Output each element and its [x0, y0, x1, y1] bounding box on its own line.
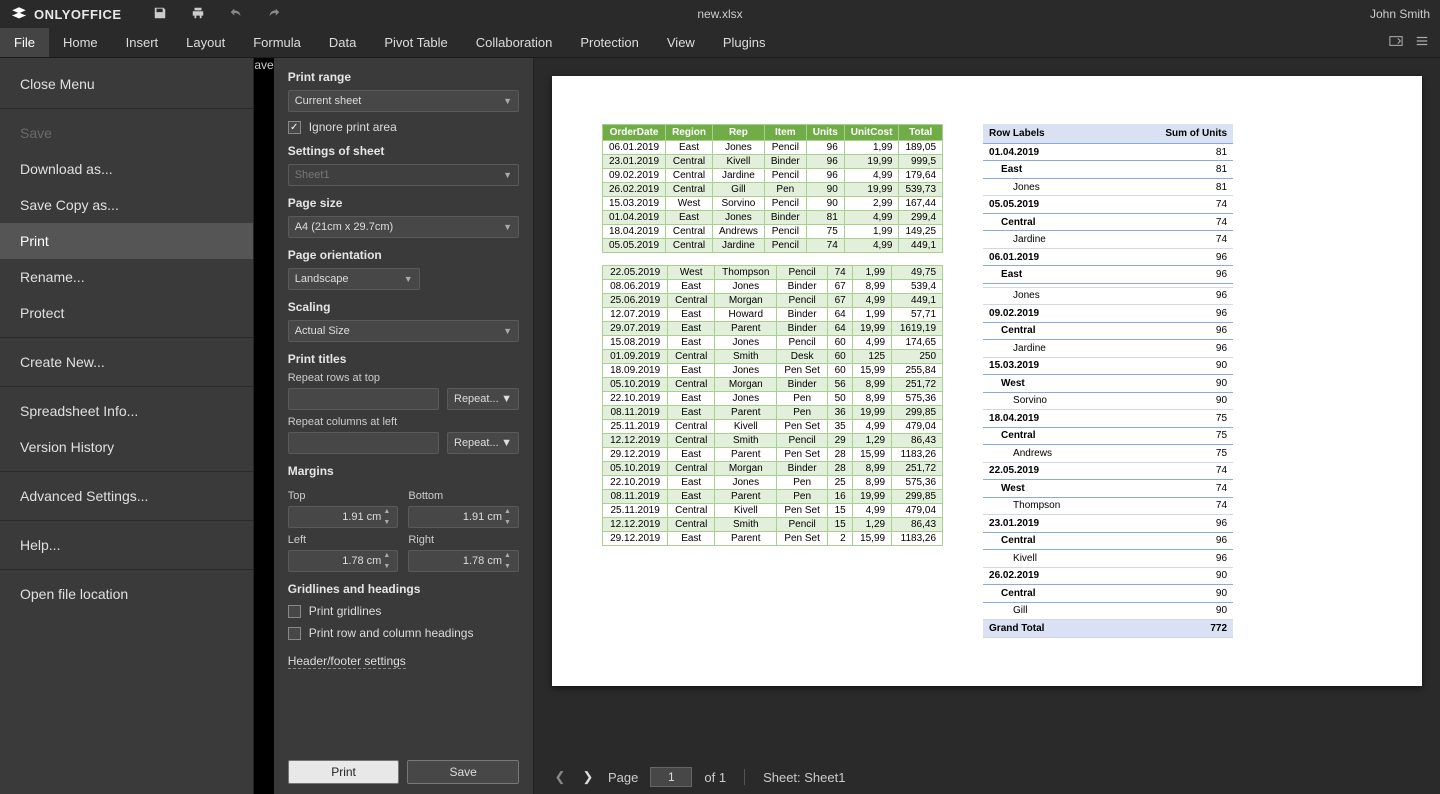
repeat-rows-button[interactable]: Repeat...▼ — [447, 388, 519, 410]
menu-tab-layout[interactable]: Layout — [172, 28, 239, 57]
print-range-select[interactable]: Current sheet▼ — [288, 90, 519, 112]
menu-tab-plugins[interactable]: Plugins — [709, 28, 780, 57]
menu-tab-insert[interactable]: Insert — [112, 28, 173, 57]
file-menu-print[interactable]: Print — [0, 223, 253, 259]
onlyoffice-icon — [10, 5, 28, 23]
menu-tab-data[interactable]: Data — [315, 28, 370, 57]
preview-pivot-table: Row LabelsSum of Units01.04.201981East81… — [983, 124, 1233, 638]
prev-page-button[interactable]: ❮ — [552, 769, 568, 785]
file-menu-savecopy[interactable]: Save Copy as... — [0, 187, 253, 223]
document-title: new.xlsx — [697, 7, 742, 21]
print-settings-panel: Print range Current sheet▼ ✓Ignore print… — [274, 58, 534, 794]
title-bar: ONLYOFFICE new.xlsx John Smith — [0, 0, 1440, 28]
repeat-rows-label: Repeat rows at top — [288, 372, 519, 384]
menu-tab-protection[interactable]: Protection — [566, 28, 653, 57]
save-button[interactable]: Save — [407, 760, 519, 784]
next-page-button[interactable]: ❯ — [580, 769, 596, 785]
file-menu-save: Save — [0, 115, 253, 151]
ignore-print-area-check[interactable]: ✓Ignore print area — [288, 120, 519, 134]
app-logo: ONLYOFFICE — [10, 5, 122, 23]
print-gridlines-check[interactable]: Print gridlines — [288, 604, 519, 618]
margin-bottom-label: Bottom — [408, 490, 519, 502]
menu-tab-file[interactable]: File — [0, 28, 49, 57]
scaling-label: Scaling — [288, 300, 519, 314]
preview-pager: ❮ ❯ Page of 1 Sheet: Sheet1 — [534, 760, 1440, 794]
page-size-select[interactable]: A4 (21cm x 29.7cm)▼ — [288, 216, 519, 238]
settings-of-sheet-label: Settings of sheet — [288, 144, 519, 158]
redo-icon[interactable] — [266, 6, 282, 23]
menu-tab-pivot-table[interactable]: Pivot Table — [370, 28, 461, 57]
margin-right-input[interactable]: 1.78 cm▲▼ — [408, 550, 519, 572]
file-menu-close[interactable]: Close Menu — [0, 66, 253, 102]
gridlines-label: Gridlines and headings — [288, 582, 519, 596]
menu-tab-formula[interactable]: Formula — [239, 28, 315, 57]
preview-table-2: 22.05.2019WestThompsonPencil741,9949,750… — [602, 265, 943, 546]
page-size-label: Page size — [288, 196, 519, 210]
repeat-cols-label: Repeat columns at left — [288, 416, 519, 428]
margin-top-label: Top — [288, 490, 399, 502]
hamburger-icon[interactable] — [1414, 34, 1430, 51]
file-menu-protect[interactable]: Protect — [0, 295, 253, 331]
print-preview: OrderDateRegionRepItemUnitsUnitCostTotal… — [534, 58, 1440, 794]
margin-top-input[interactable]: 1.91 cm▲▼ — [288, 506, 399, 528]
file-menu-info[interactable]: Spreadsheet Info... — [0, 393, 253, 429]
file-menu-createnew[interactable]: Create New... — [0, 344, 253, 380]
repeat-rows-input[interactable] — [288, 388, 439, 410]
page-number-input[interactable] — [650, 767, 692, 787]
margin-left-input[interactable]: 1.78 cm▲▼ — [288, 550, 399, 572]
file-menu-rename[interactable]: Rename... — [0, 259, 253, 295]
file-menu-advanced[interactable]: Advanced Settings... — [0, 478, 253, 514]
file-menu-download[interactable]: Download as... — [0, 151, 253, 187]
repeat-cols-button[interactable]: Repeat...▼ — [447, 432, 519, 454]
open-location-icon[interactable] — [1388, 34, 1404, 51]
current-user[interactable]: John Smith — [1370, 7, 1430, 21]
main-menu: FileHomeInsertLayoutFormulaDataPivot Tab… — [0, 28, 1440, 58]
repeat-cols-input[interactable] — [288, 432, 439, 454]
header-footer-link[interactable]: Header/footer settings — [288, 654, 406, 669]
margin-right-label: Right — [408, 534, 519, 546]
print-range-label: Print range — [288, 70, 519, 84]
scaling-select[interactable]: Actual Size▼ — [288, 320, 519, 342]
file-side-menu: Close Menu SaveDownload as...Save Copy as… — [0, 58, 254, 794]
settings-of-sheet-select: Sheet1▼ — [288, 164, 519, 186]
undo-icon[interactable] — [228, 6, 244, 23]
menu-tab-view[interactable]: View — [653, 28, 709, 57]
file-menu-openloc[interactable]: Open file location — [0, 576, 253, 612]
menu-tab-home[interactable]: Home — [49, 28, 112, 57]
print-titles-label: Print titles — [288, 352, 519, 366]
file-menu-help[interactable]: Help... — [0, 527, 253, 563]
margins-label: Margins — [288, 464, 519, 478]
margin-left-label: Left — [288, 534, 399, 546]
sheet-indicator: Sheet: Sheet1 — [763, 770, 845, 785]
page-orientation-select[interactable]: Landscape▼ — [288, 268, 420, 290]
page-total: of 1 — [704, 770, 726, 785]
page-label: Page — [608, 770, 638, 785]
print-button[interactable]: Print — [288, 760, 400, 784]
file-menu-history[interactable]: Version History — [0, 429, 253, 465]
print-icon[interactable] — [190, 6, 206, 23]
page-orientation-label: Page orientation — [288, 248, 519, 262]
preview-table-1: OrderDateRegionRepItemUnitsUnitCostTotal… — [602, 124, 943, 253]
margin-bottom-input[interactable]: 1.91 cm▲▼ — [408, 506, 519, 528]
menu-tab-collaboration[interactable]: Collaboration — [462, 28, 567, 57]
save-icon[interactable] — [152, 6, 168, 23]
print-headings-check[interactable]: Print row and column headings — [288, 626, 519, 640]
preview-page: OrderDateRegionRepItemUnitsUnitCostTotal… — [552, 76, 1422, 686]
